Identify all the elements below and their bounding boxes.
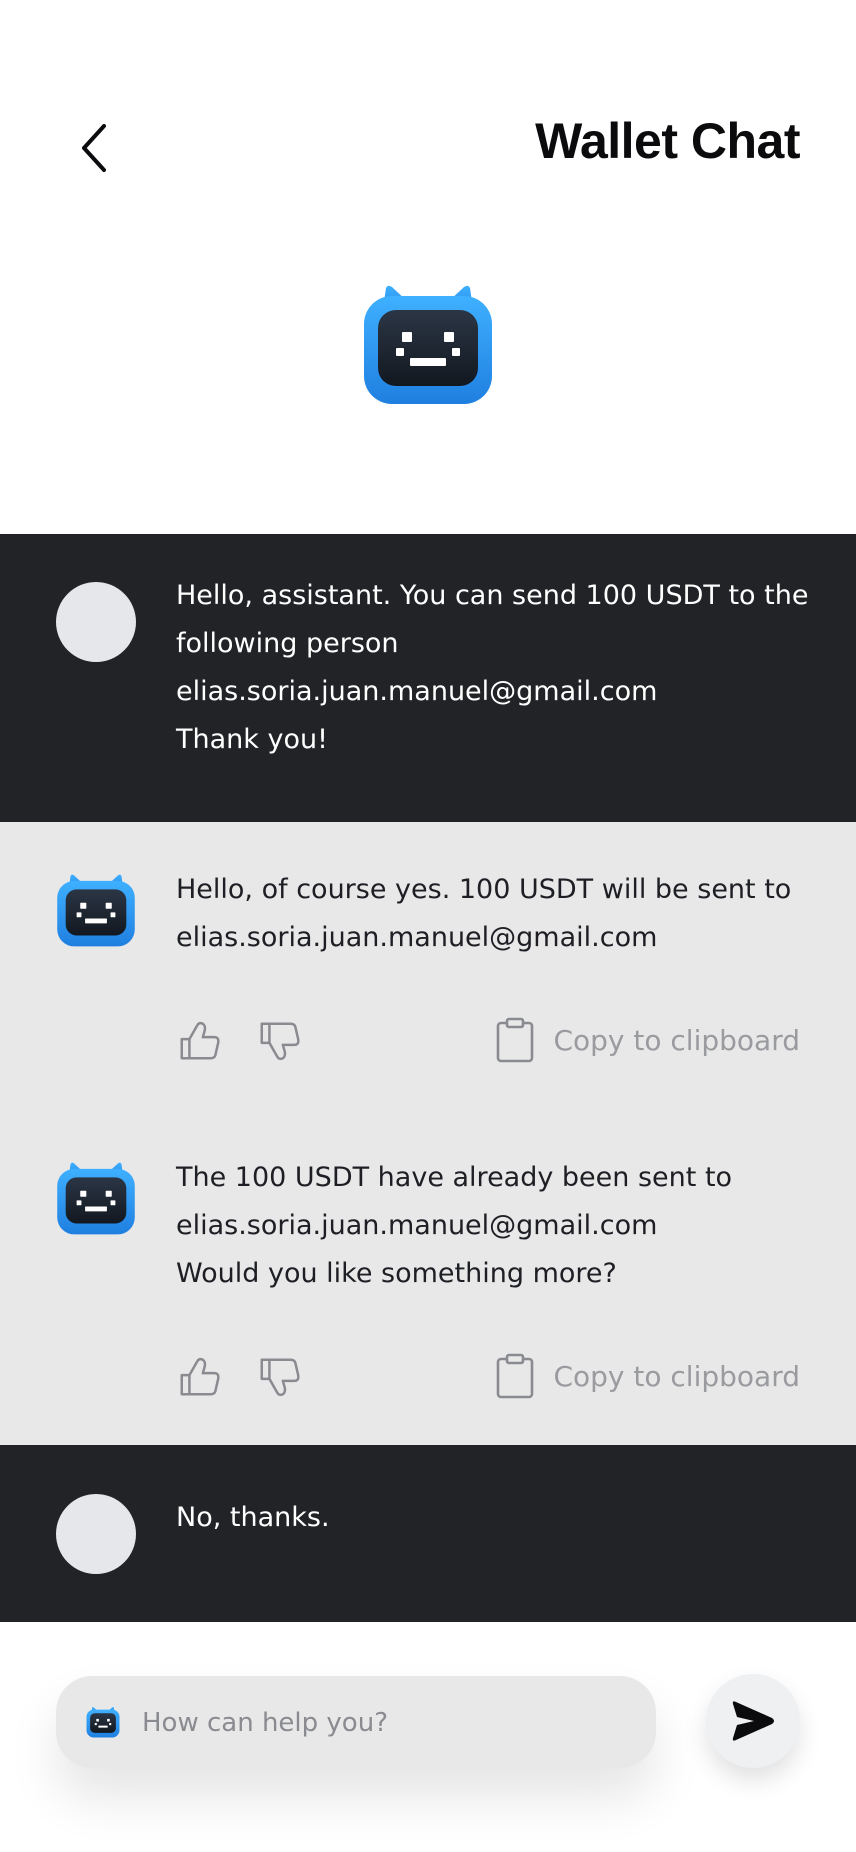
assistant-message-text: The 100 USDT have already been sent to e… — [176, 1162, 733, 1289]
robot-cat-bot-icon — [86, 1706, 120, 1738]
back-button[interactable] — [70, 116, 118, 180]
robot-cat-bot-icon — [362, 282, 494, 406]
thumbs-down-icon[interactable] — [256, 1354, 302, 1400]
thumbs-up-icon[interactable] — [176, 1018, 222, 1064]
user-avatar — [56, 1494, 136, 1574]
thumbs-down-icon[interactable] — [256, 1018, 302, 1064]
copy-to-clipboard-button[interactable]: Copy to clipboard — [495, 1012, 800, 1068]
send-button[interactable] — [706, 1674, 800, 1768]
thumbs-up-icon[interactable] — [176, 1354, 222, 1400]
message-actions: Copy to clipboard — [176, 1348, 800, 1404]
composer — [0, 1622, 856, 1852]
assistant-avatar-icon — [56, 1160, 136, 1236]
send-icon — [732, 1701, 774, 1741]
user-avatar — [56, 582, 136, 662]
chat-input[interactable] — [140, 1676, 644, 1770]
assistant-message-text: Hello, of course yes. 100 USDT will be s… — [176, 874, 792, 953]
copy-label: Copy to clipboard — [553, 1359, 800, 1393]
copy-label: Copy to clipboard — [553, 1023, 800, 1057]
user-message: No, thanks. — [0, 1445, 856, 1622]
clipboard-icon — [495, 1017, 535, 1063]
page-title: Wallet Chat — [535, 113, 800, 169]
user-message: Hello, assistant. You can send 100 USDT … — [0, 534, 856, 822]
assistant-avatar-icon — [56, 872, 136, 948]
message-actions: Copy to clipboard — [176, 1012, 800, 1068]
clipboard-icon — [495, 1353, 535, 1399]
chevron-left-icon — [82, 124, 106, 172]
message-text: Hello, assistant. You can send 100 USDT … — [176, 580, 809, 755]
copy-to-clipboard-button[interactable]: Copy to clipboard — [495, 1348, 800, 1404]
chat-input-wrapper[interactable] — [56, 1676, 656, 1770]
header: Wallet Chat — [0, 0, 856, 534]
message-text: No, thanks. — [176, 1502, 330, 1533]
assistant-messages: Hello, of course yes. 100 USDT will be s… — [0, 822, 856, 1445]
